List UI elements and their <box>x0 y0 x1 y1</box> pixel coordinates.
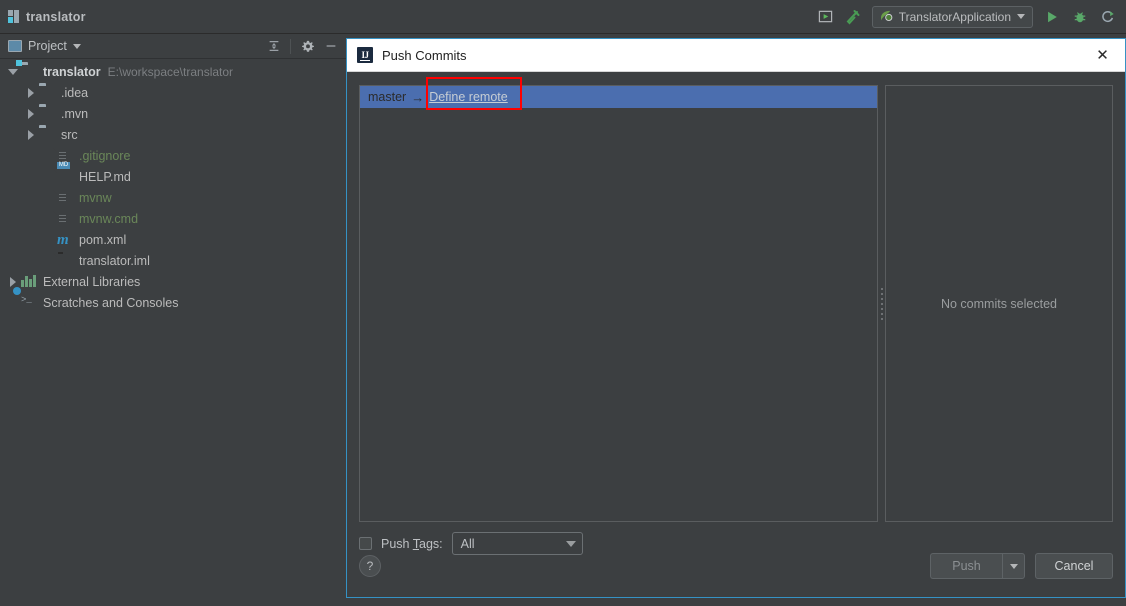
tree-item-mvn[interactable]: .mvn <box>0 103 346 124</box>
dialog-panes: master → Define remote No commits select… <box>359 77 1113 522</box>
project-logo-icon <box>8 10 19 23</box>
chevron-down-icon <box>1009 563 1018 569</box>
tree-item-label: pom.xml <box>79 232 127 247</box>
hide-icon[interactable] <box>321 37 340 56</box>
tree-item-help-md[interactable]: MD HELP.md <box>0 161 346 187</box>
spring-leaf-icon <box>880 10 893 21</box>
project-tab[interactable]: Project <box>8 39 81 53</box>
project-tool-window-header: Project <box>0 34 346 59</box>
tree-item-label: mvnw.cmd <box>79 211 139 226</box>
commit-list-pane[interactable]: master → Define remote <box>359 77 878 522</box>
tree-item-label: .gitignore <box>79 148 131 163</box>
chevron-right-icon[interactable] <box>24 128 37 141</box>
ide-window: translator TranslatorApplication Project… <box>0 0 1126 606</box>
tree-item-label: External Libraries <box>43 274 141 289</box>
ide-titlebar: translator TranslatorApplication <box>0 0 1126 34</box>
tree-item-idea[interactable]: .idea <box>0 82 346 103</box>
chevron-down-icon <box>1017 14 1025 19</box>
maven-file-icon: m <box>57 231 69 248</box>
libraries-icon <box>21 274 38 290</box>
tree-item-label: src <box>61 127 78 142</box>
cancel-button[interactable]: Cancel <box>1035 553 1113 579</box>
terminal-icon[interactable] <box>816 7 835 26</box>
dialog-body: master → Define remote No commits select… <box>347 73 1125 597</box>
dialog-titlebar: Push Commits ✕ <box>347 39 1125 72</box>
commit-details-pane: No commits selected <box>885 85 1113 522</box>
run-icon[interactable] <box>1042 7 1061 26</box>
folder-icon <box>39 85 56 101</box>
project-tree[interactable]: translator E:\workspace\translator .idea .m… <box>0 59 346 606</box>
push-target-row[interactable]: master → Define remote <box>360 77 877 110</box>
push-split-button: Push <box>930 553 1025 579</box>
ide-toolbar: TranslatorApplication <box>816 5 1126 28</box>
collapse-all-icon[interactable] <box>264 37 283 56</box>
chevron-down-icon[interactable] <box>6 65 19 78</box>
folder-icon <box>39 106 56 122</box>
folder-icon <box>39 127 56 143</box>
tree-item-translator[interactable]: translator E:\workspace\translator <box>0 61 346 82</box>
dialog-title-label: Push Commits <box>382 47 467 63</box>
tree-item-scratches-and-consoles[interactable]: Scratches and Consoles <box>0 292 346 313</box>
close-icon[interactable]: ✕ <box>1080 39 1125 71</box>
gear-icon[interactable] <box>298 37 317 56</box>
ide-title-group: translator <box>0 10 86 24</box>
tree-item-path: E:\workspace\translator <box>107 64 234 79</box>
tree-item-label: mvnw <box>79 190 112 205</box>
tree-item-translator-iml[interactable]: translator.iml <box>0 250 346 271</box>
iml-file-icon <box>57 253 74 269</box>
chevron-right-icon[interactable] <box>24 107 37 120</box>
toolbar-divider <box>290 38 291 54</box>
project-window-icon <box>8 40 22 52</box>
chevron-right-icon[interactable] <box>24 86 37 99</box>
splitter-handle-icon <box>880 287 883 320</box>
markdown-file-icon: MD <box>57 161 70 169</box>
file-icon <box>57 211 74 227</box>
tree-item-gitignore[interactable]: .gitignore <box>0 145 346 166</box>
build-hammer-icon[interactable] <box>844 7 863 26</box>
debug-icon[interactable] <box>1070 7 1089 26</box>
tree-item-label: Scratches and Consoles <box>43 295 179 310</box>
file-icon <box>57 190 74 206</box>
project-tab-label: Project <box>28 39 67 53</box>
tree-item-label: .mvn <box>61 106 89 121</box>
module-folder-icon <box>21 64 38 80</box>
tree-item-label: HELP.md <box>79 169 131 184</box>
intellij-logo-icon <box>357 47 373 63</box>
define-remote-link[interactable]: Define remote <box>429 90 508 104</box>
dialog-footer: ? Push Cancel <box>347 535 1125 597</box>
tree-item-pom-xml[interactable]: m pom.xml <box>0 229 346 250</box>
run-with-coverage-icon[interactable] <box>1098 7 1117 26</box>
chevron-down-icon[interactable] <box>72 43 81 49</box>
push-options-button[interactable] <box>1002 553 1025 579</box>
run-configuration-label: TranslatorApplication <box>898 9 1011 24</box>
scratches-icon <box>21 295 38 311</box>
help-button[interactable]: ? <box>359 555 381 577</box>
footer-actions: Push Cancel <box>930 553 1113 579</box>
project-header-actions <box>264 37 340 56</box>
tree-item-mvnw-cmd[interactable]: mvnw.cmd <box>0 208 346 229</box>
pane-splitter[interactable] <box>878 85 885 522</box>
no-commits-selected-label: No commits selected <box>940 296 1057 311</box>
tree-item-external-libraries[interactable]: External Libraries <box>0 271 346 292</box>
run-configuration-selector[interactable]: TranslatorApplication <box>871 5 1033 28</box>
tree-item-label: translator.iml <box>79 253 150 268</box>
push-commits-dialog: Push Commits ✕ <box>346 38 1126 598</box>
push-button[interactable]: Push <box>930 553 1002 579</box>
tree-item-src[interactable]: src <box>0 124 346 145</box>
ide-title-label: translator <box>26 9 86 24</box>
arrow-icon: → <box>411 89 425 105</box>
tree-item-label: .idea <box>61 85 89 100</box>
source-branch-label: master <box>368 90 407 104</box>
tree-item-mvnw[interactable]: mvnw <box>0 187 346 208</box>
tree-item-label: translator <box>43 64 101 79</box>
